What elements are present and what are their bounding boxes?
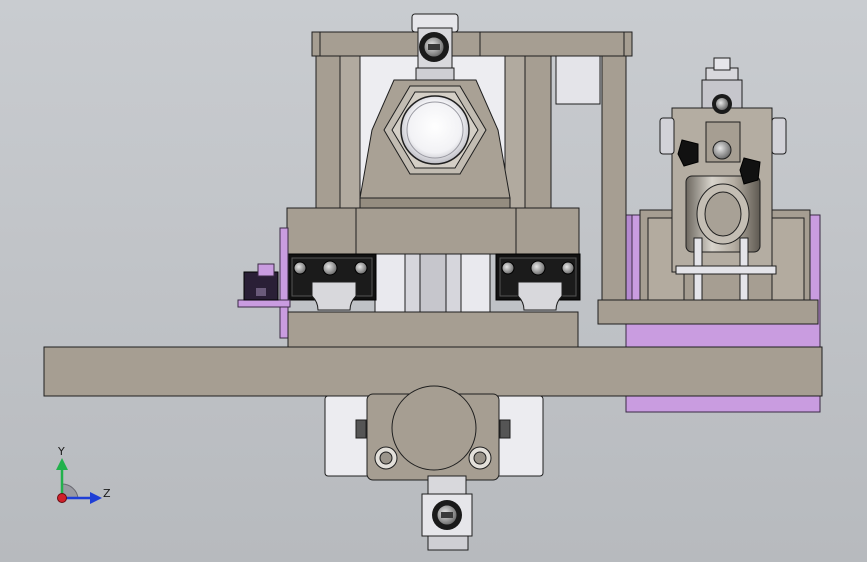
bore-circle [400,95,470,165]
bottom-screw[interactable] [421,475,473,551]
linear-guide-left[interactable] [287,253,377,311]
sensor-bracket[interactable] [237,227,291,339]
top-screw[interactable] [411,13,459,81]
coordinate-triad: Y Z [56,445,111,504]
linear-guide-right[interactable] [495,253,581,311]
y-axis-label: Y [57,445,65,458]
cad-viewport[interactable]: Y Z [0,0,867,562]
motor-mount[interactable] [324,385,544,481]
assembly-drawing: Y Z [43,13,823,551]
z-axis-label: Z [103,487,111,500]
origin-dot [57,493,67,503]
rail-base[interactable] [287,311,579,349]
